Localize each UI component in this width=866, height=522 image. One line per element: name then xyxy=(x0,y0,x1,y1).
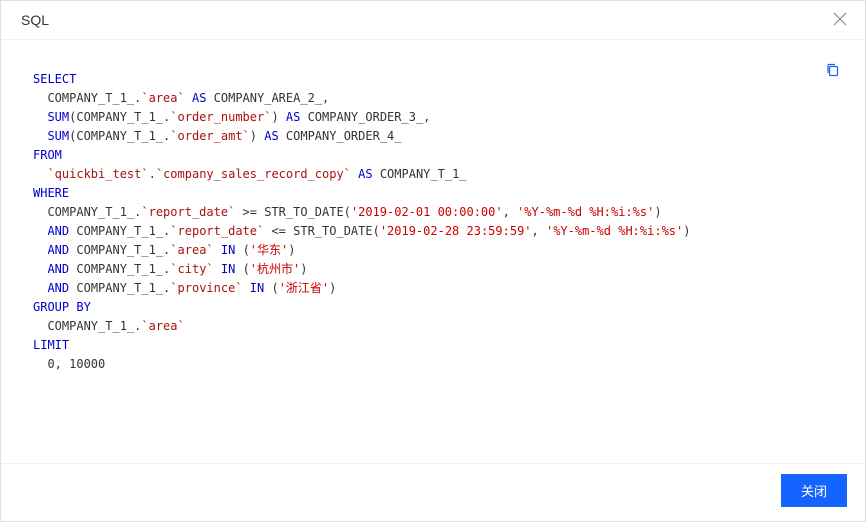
sql-token: ) xyxy=(300,262,307,276)
close-button[interactable]: 关闭 xyxy=(781,474,847,507)
sql-token: >= STR_TO_DATE( xyxy=(235,205,351,219)
sql-token: `order_number` xyxy=(170,110,271,124)
sql-code: SELECT COMPANY_T_1_.`area` AS COMPANY_AR… xyxy=(33,70,839,374)
sql-token xyxy=(33,110,47,124)
sql-token: ) xyxy=(271,110,285,124)
sql-token: GROUP BY xyxy=(33,300,91,314)
sql-token xyxy=(33,224,47,238)
sql-token: ) xyxy=(288,243,295,257)
sql-token: COMPANY_ORDER_3_, xyxy=(300,110,430,124)
sql-token: AS xyxy=(358,167,372,181)
sql-token: '%Y-%m-%d %H:%i:%s' xyxy=(546,224,683,238)
sql-token: , xyxy=(503,205,517,219)
sql-token xyxy=(243,281,250,295)
sql-token: ( xyxy=(235,262,249,276)
sql-token: COMPANY_T_1_. xyxy=(69,262,170,276)
sql-modal: SQL SELECT COMPANY_T_1_.`area` AS COMPAN… xyxy=(0,0,866,522)
sql-token xyxy=(214,262,221,276)
sql-token xyxy=(214,243,221,257)
sql-token: AND xyxy=(47,262,69,276)
sql-token: `area` xyxy=(141,91,184,105)
sql-token: `province` xyxy=(170,281,242,295)
sql-token: `area` xyxy=(170,243,213,257)
sql-token: AS xyxy=(286,110,300,124)
sql-token: COMPANY_T_1_. xyxy=(33,319,141,333)
sql-token xyxy=(33,281,47,295)
modal-title: SQL xyxy=(21,12,49,28)
sql-token: <= STR_TO_DATE( xyxy=(264,224,380,238)
sql-token: `city` xyxy=(170,262,213,276)
sql-token: COMPANY_AREA_2_, xyxy=(206,91,329,105)
sql-token xyxy=(33,262,47,276)
sql-token: AND xyxy=(47,281,69,295)
modal-footer: 关闭 xyxy=(1,463,865,521)
sql-token: COMPANY_T_1_. xyxy=(33,91,141,105)
sql-token: `company_sales_record_copy` xyxy=(156,167,351,181)
sql-token: ) xyxy=(250,129,264,143)
sql-token: `area` xyxy=(141,319,184,333)
sql-token: WHERE xyxy=(33,186,69,200)
sql-token: ) xyxy=(683,224,690,238)
sql-token: '浙江省' xyxy=(279,281,329,295)
sql-token: '华东' xyxy=(250,243,288,257)
sql-token: AND xyxy=(47,224,69,238)
sql-token: IN xyxy=(250,281,264,295)
sql-token: AS xyxy=(192,91,206,105)
sql-token xyxy=(185,91,192,105)
sql-token: `report_date` xyxy=(141,205,235,219)
sql-token: . xyxy=(149,167,156,181)
sql-token: ) xyxy=(329,281,336,295)
sql-token: `report_date` xyxy=(170,224,264,238)
close-icon[interactable] xyxy=(833,11,847,29)
sql-token: LIMIT xyxy=(33,338,69,352)
sql-token: SELECT xyxy=(33,72,76,86)
sql-token: 0, 10000 xyxy=(33,357,105,371)
copy-icon[interactable] xyxy=(825,62,841,78)
sql-token: COMPANY_T_1_. xyxy=(69,224,170,238)
modal-body: SELECT COMPANY_T_1_.`area` AS COMPANY_AR… xyxy=(1,39,865,463)
sql-token xyxy=(33,129,47,143)
sql-token: (COMPANY_T_1_. xyxy=(69,129,170,143)
modal-header: SQL xyxy=(1,1,865,39)
sql-token: '2019-02-28 23:59:59' xyxy=(380,224,532,238)
sql-token: , xyxy=(532,224,546,238)
sql-token: AND xyxy=(47,243,69,257)
sql-token: COMPANY_T_1_. xyxy=(69,243,170,257)
sql-token xyxy=(33,167,47,181)
sql-token: `quickbi_test` xyxy=(47,167,148,181)
sql-token: SUM xyxy=(47,110,69,124)
sql-token: AS xyxy=(264,129,278,143)
sql-token: '%Y-%m-%d %H:%i:%s' xyxy=(517,205,654,219)
sql-token: IN xyxy=(221,243,235,257)
sql-token: IN xyxy=(221,262,235,276)
sql-token: COMPANY_T_1_. xyxy=(33,205,141,219)
sql-token: (COMPANY_T_1_. xyxy=(69,110,170,124)
sql-token: `order_amt` xyxy=(170,129,249,143)
sql-token: '2019-02-01 00:00:00' xyxy=(351,205,503,219)
sql-token: COMPANY_T_1_. xyxy=(69,281,170,295)
sql-token: ( xyxy=(264,281,278,295)
sql-token: SUM xyxy=(47,129,69,143)
sql-token xyxy=(33,243,47,257)
sql-token: COMPANY_T_1_ xyxy=(373,167,467,181)
sql-token: ( xyxy=(235,243,249,257)
sql-token: COMPANY_ORDER_4_ xyxy=(279,129,402,143)
sql-token: FROM xyxy=(33,148,62,162)
sql-token: ) xyxy=(654,205,661,219)
sql-token: '杭州市' xyxy=(250,262,300,276)
